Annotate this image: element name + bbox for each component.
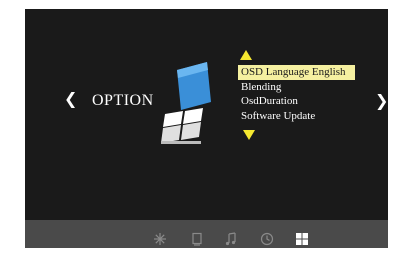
option-settings-icon xyxy=(161,62,211,144)
option-grid-icon[interactable] xyxy=(295,232,309,246)
menu-item-blending[interactable]: Blending xyxy=(238,80,355,95)
clock-icon[interactable] xyxy=(260,232,274,246)
nav-left-icon[interactable]: ❮ xyxy=(64,89,77,108)
tablet-icon[interactable] xyxy=(190,232,204,246)
page-title: OPTION xyxy=(92,92,154,109)
menu-item-software-update[interactable]: Software Update xyxy=(238,109,355,124)
bottom-category-bar xyxy=(25,220,388,248)
option-menu-list: OSD Language English Blending OsdDuratio… xyxy=(238,65,355,123)
picture-icon[interactable] xyxy=(153,232,167,246)
scroll-down-icon[interactable] xyxy=(243,130,255,140)
menu-item-osd-duration[interactable]: OsdDuration xyxy=(238,94,355,109)
nav-right-icon[interactable]: ❯ xyxy=(375,91,388,110)
menu-item-osd-language[interactable]: OSD Language English xyxy=(238,65,355,80)
osd-screen: ❮ OPTION OSD Language English Blending O… xyxy=(25,9,388,248)
music-note-icon[interactable] xyxy=(224,232,238,246)
scroll-up-icon[interactable] xyxy=(240,50,252,60)
menu-panel: ❮ OPTION OSD Language English Blending O… xyxy=(25,9,388,220)
